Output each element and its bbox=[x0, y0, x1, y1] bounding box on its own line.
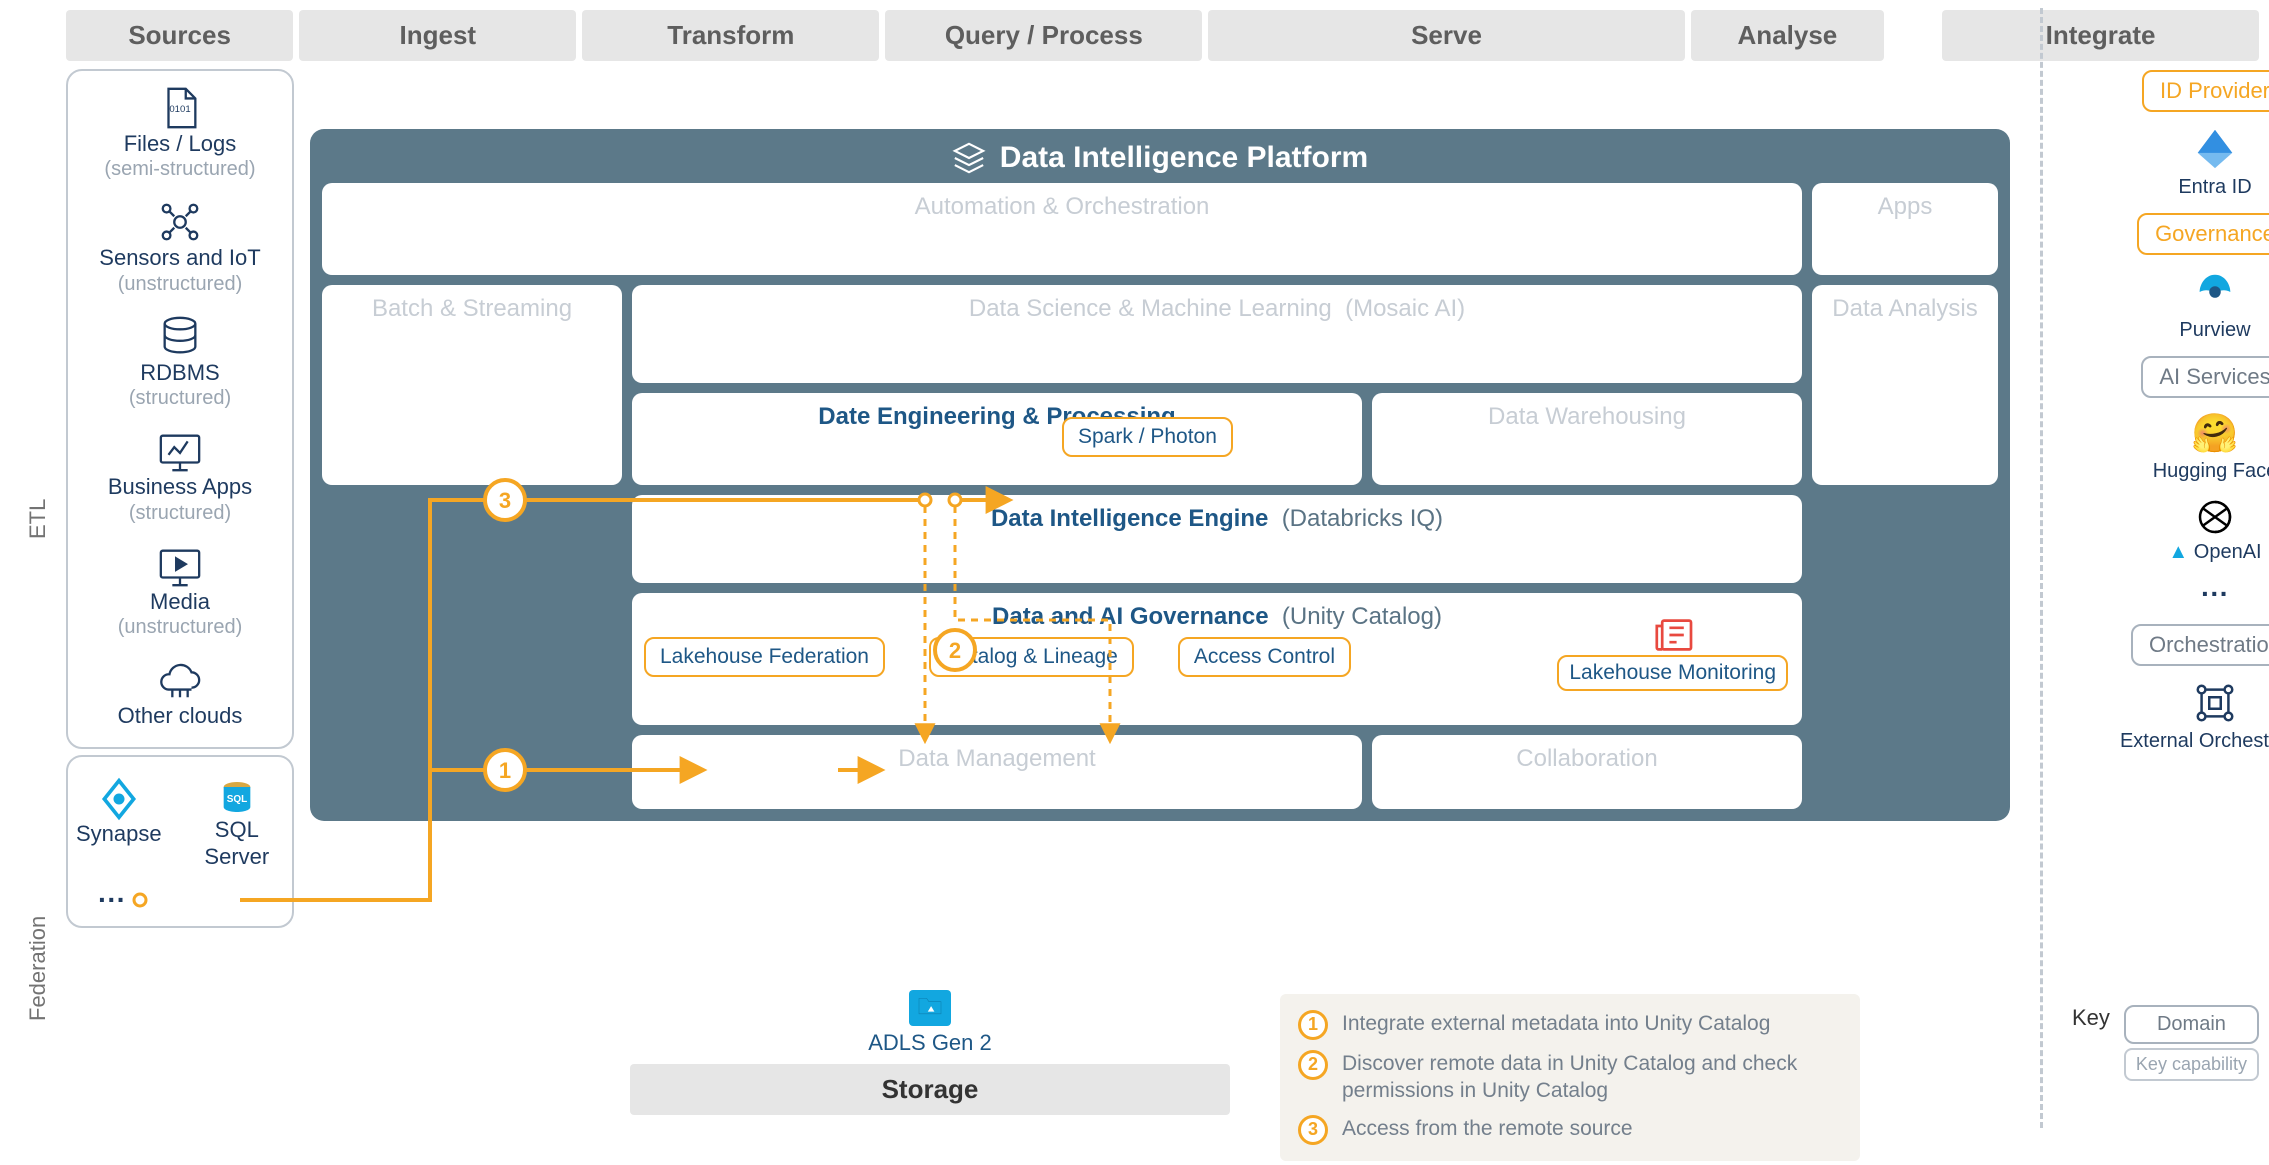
source-rdbms: RDBMS (structured) bbox=[129, 314, 231, 410]
svg-text:SQL: SQL bbox=[227, 794, 248, 805]
tile-apps: Apps bbox=[1812, 183, 1998, 275]
group-orchestration: Orchestration bbox=[2131, 624, 2269, 666]
play-icon bbox=[157, 543, 203, 589]
tile-intel-engine: Data Intelligence Engine (Databricks IQ) bbox=[632, 495, 1802, 583]
tile-warehouse: Data Warehousing bbox=[1372, 393, 1802, 485]
header-serve: Serve bbox=[1208, 10, 1684, 61]
sources-federation-box: Synapse SQL SQL Server ··· bbox=[66, 755, 294, 928]
tile-automation: Automation & Orchestration bbox=[322, 183, 1802, 275]
file-icon: 0101 bbox=[157, 85, 203, 131]
tile-data-analysis: Data Analysis bbox=[1812, 285, 1998, 485]
tile-ml: Data Science & Machine Learning (Mosaic … bbox=[632, 285, 1802, 383]
sources-etl-box: 0101 Files / Logs (semi-structured) Sens… bbox=[66, 69, 294, 749]
key-label: Key bbox=[2072, 1005, 2110, 1031]
item-purview: Purview bbox=[2179, 269, 2250, 342]
chip-catalog-lineage: Catalog & Lineage bbox=[929, 637, 1134, 677]
item-hugging-face: 🤗 Hugging Face bbox=[2153, 412, 2269, 483]
legend-row-3: 3 Access from the remote source bbox=[1298, 1115, 1842, 1145]
tile-collaboration: Collaboration bbox=[1372, 735, 1802, 809]
item-openai: ▲ OpenAI bbox=[2168, 497, 2261, 564]
item-external-orchestrator: External Orchestrator bbox=[2120, 680, 2269, 753]
column-headers: Sources Ingest Transform Query / Process… bbox=[10, 10, 2259, 61]
platform-panel: Data Intelligence Platform Automation & … bbox=[310, 129, 2010, 821]
openai-icon bbox=[2195, 497, 2235, 537]
hugging-face-icon: 🤗 bbox=[2191, 412, 2238, 456]
more-dots-icon: ··· bbox=[2201, 578, 2229, 610]
source-iot: Sensors and IoT (unstructured) bbox=[99, 199, 260, 295]
item-entra-id: Entra ID bbox=[2178, 126, 2251, 199]
group-governance: Governance bbox=[2137, 213, 2269, 255]
sql-icon: SQL bbox=[217, 777, 257, 817]
folder-icon bbox=[909, 990, 951, 1026]
synapse-icon bbox=[97, 777, 141, 821]
more-dots-icon: ··· bbox=[98, 884, 126, 916]
chip-access-control: Access Control bbox=[1178, 637, 1351, 677]
layers-icon bbox=[952, 141, 986, 175]
platform-title: Data Intelligence Platform bbox=[322, 141, 1998, 175]
dashboard-icon bbox=[157, 428, 203, 474]
storage-band: Storage bbox=[630, 1064, 1230, 1115]
sources-column: 0101 Files / Logs (semi-structured) Sens… bbox=[66, 69, 294, 928]
legend-box: 1 Integrate external metadata into Unity… bbox=[1280, 994, 1860, 1161]
side-label-federation: Federation bbox=[20, 914, 56, 1022]
integrate-column: ID Provider Entra ID Governance Purview … bbox=[2072, 70, 2269, 753]
tile-batch-streaming: Batch & Streaming bbox=[322, 285, 622, 485]
purview-icon bbox=[2192, 269, 2238, 315]
fed-synapse: Synapse bbox=[76, 777, 162, 847]
legend-number-2: 2 bbox=[1298, 1050, 1328, 1080]
key-domain: Domain bbox=[2124, 1005, 2259, 1044]
chip-spark-photon: Spark / Photon bbox=[1062, 417, 1233, 457]
header-query: Query / Process bbox=[885, 10, 1202, 61]
side-label-etl: ETL bbox=[20, 129, 56, 909]
group-id-provider: ID Provider bbox=[2142, 70, 2269, 112]
storage-section: ADLS Gen 2 Storage bbox=[630, 990, 1230, 1115]
group-ai-services: AI Services bbox=[2141, 356, 2269, 398]
tile-governance: Data and AI Governance (Unity Catalog) L… bbox=[632, 593, 1802, 725]
tile-data-management: Data Management bbox=[632, 735, 1362, 809]
header-ingest: Ingest bbox=[299, 10, 576, 61]
legend-number-1: 1 bbox=[1298, 1010, 1328, 1040]
vertical-divider bbox=[2040, 8, 2043, 1128]
source-files: 0101 Files / Logs (semi-structured) bbox=[104, 85, 255, 181]
tile-engineering: Date Engineering & Processing Spark / Ph… bbox=[632, 393, 1362, 485]
db-icon bbox=[157, 314, 203, 360]
iot-icon bbox=[157, 199, 203, 245]
entra-icon bbox=[2192, 126, 2238, 172]
svg-text:0101: 0101 bbox=[169, 104, 190, 115]
orchestrator-icon bbox=[2192, 680, 2238, 726]
fed-sql-server: SQL SQL Server bbox=[190, 777, 284, 870]
key-block: Key Domain Key capability bbox=[2072, 1005, 2259, 1081]
source-media: Media (unstructured) bbox=[118, 543, 243, 639]
header-sources: Sources bbox=[66, 10, 293, 61]
adls-item: ADLS Gen 2 bbox=[630, 990, 1230, 1056]
source-bizapps: Business Apps (structured) bbox=[108, 428, 252, 524]
news-icon bbox=[1651, 617, 1695, 653]
legend-number-3: 3 bbox=[1298, 1115, 1328, 1145]
header-analyse: Analyse bbox=[1691, 10, 1884, 61]
header-integrate: Integrate bbox=[1942, 10, 2259, 61]
key-capability: Key capability bbox=[2124, 1048, 2259, 1081]
source-other-clouds: Other clouds bbox=[118, 657, 243, 729]
cloud-icon bbox=[157, 657, 203, 703]
legend-row-2: 2 Discover remote data in Unity Catalog … bbox=[1298, 1050, 1842, 1105]
chip-lakehouse-monitoring: Lakehouse Monitoring bbox=[1557, 655, 1788, 691]
chip-lakehouse-federation: Lakehouse Federation bbox=[644, 637, 885, 677]
legend-row-1: 1 Integrate external metadata into Unity… bbox=[1298, 1010, 1842, 1040]
header-transform: Transform bbox=[582, 10, 879, 61]
